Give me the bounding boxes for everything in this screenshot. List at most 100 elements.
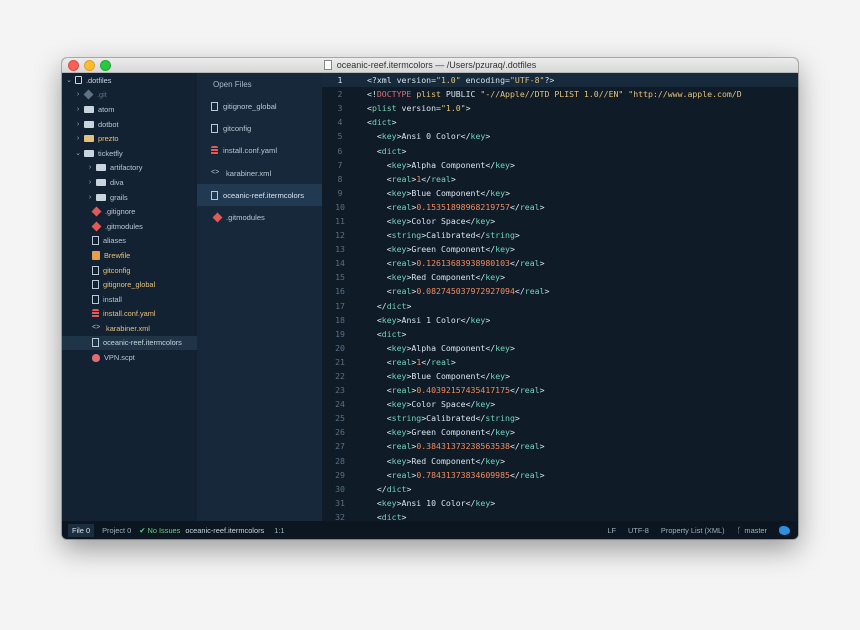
code-line[interactable]: 31 <key>Ansi 10 Color</key> [322,496,798,510]
open-file-item[interactable]: oceanic-reef.itermcolors [197,184,322,207]
code-line[interactable]: 12 <string>Calibrated</string> [322,228,798,242]
code-line[interactable]: 24 <key>Color Space</key> [322,397,798,411]
code-line[interactable]: 27 <real>0.38431373238563538</real> [322,439,798,453]
line-number: 8 [337,173,343,184]
code-line[interactable]: 16 <real>0.082745037972927094</real> [322,284,798,298]
minimize-window-icon[interactable] [84,60,95,71]
chevron-right-icon[interactable]: › [74,121,82,128]
tree-item-label: gitconfig [103,265,131,275]
code-text: <dict> [358,329,407,339]
tree-item[interactable]: › atom [62,102,197,117]
tree-item[interactable]: VPN.scpt [62,350,197,365]
code-line[interactable]: 11 <key>Color Space</key> [322,214,798,228]
code-line[interactable]: 8 <real>1</real> [322,172,798,186]
chevron-right-icon[interactable]: › [86,194,94,201]
code-line[interactable]: 7 <key>Alpha Component</key> [322,158,798,172]
tree-item[interactable]: .gitignore [62,204,197,219]
tree-item[interactable]: ⌄ ticketfly [62,146,197,161]
chevron-right-icon[interactable]: › [86,164,94,171]
tree-item[interactable]: › .git [62,88,197,103]
status-encoding[interactable]: UTF-8 [628,526,649,535]
tree-item[interactable]: oceanic-reef.itermcolors [62,335,197,351]
tree-item-label: oceanic-reef.itermcolors [103,338,182,348]
open-file-item[interactable]: .gitmodules [197,206,322,228]
open-file-item[interactable]: gitignore_global [197,95,322,117]
tree-item[interactable]: › artifactory [62,161,197,176]
tree-item[interactable]: Brewfile [62,248,197,263]
status-branch[interactable]: ᚴ master [737,526,767,535]
tree-item[interactable]: .gitmodules [62,219,197,234]
chevron-right-icon[interactable]: › [74,106,82,113]
tree-item[interactable]: › dotbot [62,117,197,132]
code-line[interactable]: 18 <key>Ansi 1 Color</key> [322,313,798,327]
tree-item[interactable]: gitignore_global [62,277,197,292]
line-number: 24 [335,399,345,410]
code-line[interactable]: 30 </dict> [322,482,798,496]
code-line[interactable]: 21 <real>1</real> [322,355,798,369]
chevron-right-icon[interactable]: › [74,135,82,142]
status-line-ending[interactable]: LF [607,526,616,535]
code-line[interactable]: 15 <key>Red Component</key> [322,270,798,284]
code-token: key [495,342,510,353]
code-line[interactable]: 2 <!DOCTYPE plist PUBLIC "-//Apple//DTD P… [322,87,798,101]
github-mascot-icon[interactable] [779,525,790,535]
code-line[interactable]: 6 <dict> [322,143,798,157]
chevron-down-icon[interactable]: ⌄ [65,76,73,84]
code-token: key [391,187,407,198]
code-line[interactable]: 32 <dict> [322,510,798,521]
open-files-header: Open Files [213,79,252,89]
chevron-right-icon[interactable]: › [86,179,94,186]
code-token: 0.12613683938980103 [416,258,510,269]
title-bar[interactable]: oceanic-reef.itermcolors — /Users/pzuraq… [62,58,798,73]
code-token: key [391,455,407,466]
tree-item[interactable]: install [62,292,197,307]
code-editor[interactable]: 1 <?xml version="1.0" encoding="UTF-8"?> 2… [322,73,798,521]
code-token: > [401,145,407,156]
status-grammar[interactable]: Property List (XML) [661,526,725,535]
tree-item[interactable]: aliases [62,234,197,249]
code-line[interactable]: 28 <key>Red Component</key> [322,454,798,468]
code-line[interactable]: 19 <dict> [322,327,798,341]
document-icon [323,60,332,70]
open-file-item[interactable]: gitconfig [197,117,322,139]
code-line[interactable]: 17 </dict> [322,299,798,313]
tree-item[interactable]: › diva [62,175,197,190]
code-line[interactable]: 3 <plist version="1.0"> [322,101,798,115]
code-token: < [367,215,392,226]
code-line[interactable]: 4 <dict> [322,115,798,129]
code-line[interactable]: 10 <real>0.15351898968219757</real> [322,200,798,214]
close-window-icon[interactable] [68,60,79,71]
code-line[interactable]: 5 <key>Ansi 0 Color</key> [322,129,798,143]
tree-item[interactable]: gitconfig [62,263,197,278]
code-line[interactable]: 13 <key>Green Component</key> [322,242,798,256]
code-token: key [391,159,407,170]
tree-item[interactable]: <> karabiner.xml [62,321,197,336]
code-line[interactable]: 22 <key>Blue Component</key> [322,369,798,383]
status-file-tab[interactable]: File 0 [68,523,95,537]
tree-item[interactable]: › prezto [62,131,197,146]
tree-item-label: artifactory [110,163,143,173]
open-file-item[interactable]: <> karabiner.xml [197,162,322,184]
code-line[interactable]: 20 <key>Alpha Component</key> [322,341,798,355]
chevron-right-icon[interactable]: › [74,91,82,98]
chevron-down-icon[interactable]: ⌄ [74,149,82,157]
code-token: string [391,413,422,424]
tree-item[interactable]: › grails [62,190,197,205]
code-line[interactable]: 29 <real>0.78431373834609985</real> [322,468,798,482]
status-filename[interactable]: oceanic-reef.itermcolors [185,526,264,535]
code-line[interactable]: 25 <string>Calibrated</string> [322,411,798,425]
status-project-tab[interactable]: Project 0 [102,526,131,535]
code-token: dict [381,145,402,156]
code-lines: 1 <?xml version="1.0" encoding="UTF-8"?> 2… [322,73,798,521]
code-line[interactable]: 1 <?xml version="1.0" encoding="UTF-8"?> [322,73,798,88]
code-line[interactable]: 26 <key>Green Component</key> [322,425,798,439]
status-no-issues[interactable]: ✔ No Issues [139,526,180,535]
code-line[interactable]: 14 <real>0.12613683938980103</real> [322,256,798,270]
maximize-window-icon[interactable] [100,60,111,71]
tree-item[interactable]: install.conf.yaml [62,307,197,322]
open-file-item[interactable]: install.conf.yaml [197,140,322,162]
code-line[interactable]: 23 <real>0.40392157435417175</real> [322,383,798,397]
status-cursor-position[interactable]: 1:1 [274,526,284,535]
tree-item[interactable]: ⌄ .dotfiles [62,73,197,88]
code-line[interactable]: 9 <key>Blue Component</key> [322,186,798,200]
